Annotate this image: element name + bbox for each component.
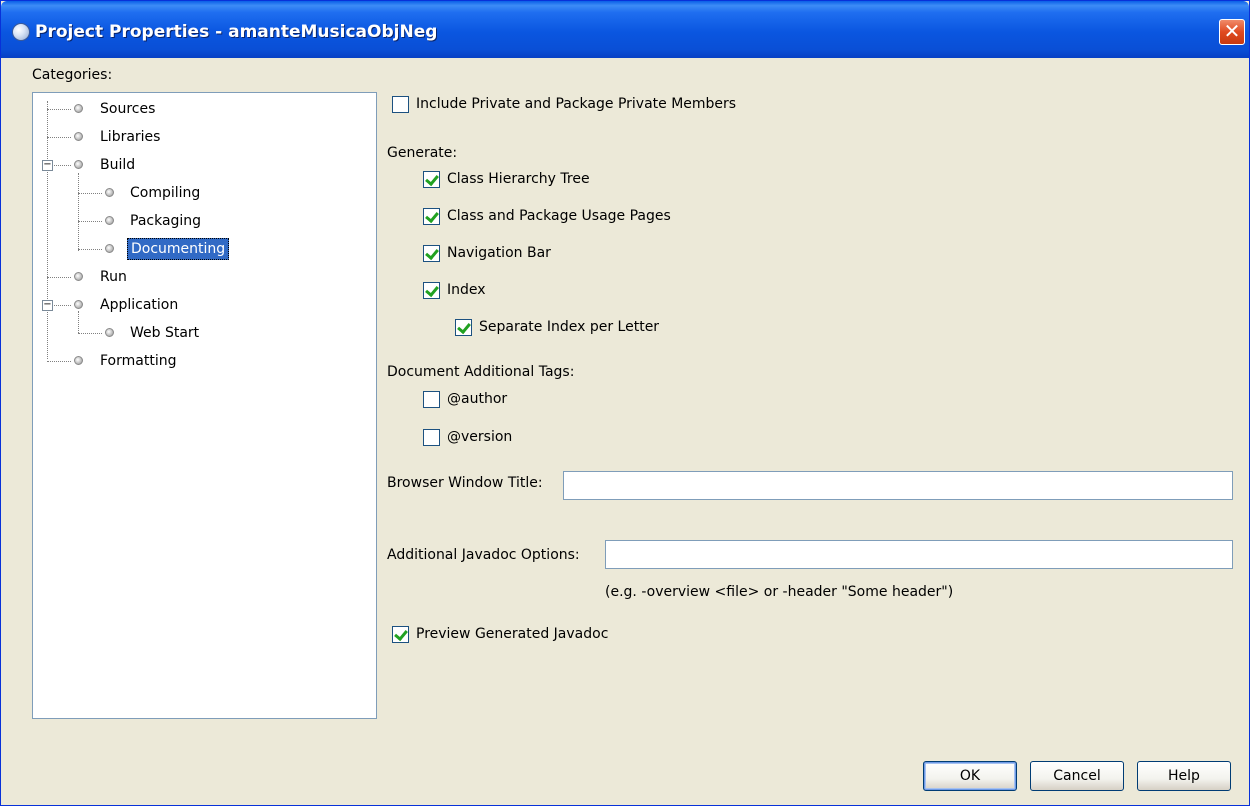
- tree-item-application[interactable]: − Application: [33, 294, 333, 316]
- separate-index-checkbox[interactable]: [455, 319, 472, 336]
- tree-item-build[interactable]: − Build: [33, 154, 333, 176]
- class-hierarchy-checkbox[interactable]: [423, 171, 440, 188]
- tree-item-run[interactable]: Run: [33, 266, 333, 288]
- categories-label: Categories:: [32, 67, 113, 83]
- author-label: @author: [447, 391, 508, 407]
- node-bullet-icon: [105, 188, 114, 197]
- tree-item-web-start[interactable]: Web Start: [33, 322, 333, 344]
- separate-index-label: Separate Index per Letter: [479, 319, 660, 335]
- version-label: @version: [447, 429, 513, 445]
- node-bullet-icon: [105, 328, 114, 337]
- tree-item-label: Sources: [100, 101, 156, 117]
- javadoc-options-label: Additional Javadoc Options:: [387, 547, 580, 563]
- include-private-label: Include Private and Package Private Memb…: [416, 96, 737, 112]
- node-bullet-icon: [105, 216, 114, 225]
- window-title: Project Properties - amanteMusicaObjNeg: [35, 22, 438, 42]
- node-bullet-icon: [74, 104, 83, 113]
- author-checkbox[interactable]: [423, 391, 440, 408]
- browser-title-label: Browser Window Title:: [387, 475, 543, 491]
- tree-item-formatting[interactable]: Formatting: [33, 350, 333, 372]
- close-button[interactable]: ✕: [1219, 19, 1245, 45]
- tree-item-label: Application: [100, 297, 179, 313]
- collapse-toggle-icon[interactable]: −: [42, 160, 53, 171]
- node-bullet-icon: [105, 244, 114, 253]
- preview-javadoc-label: Preview Generated Javadoc: [416, 626, 609, 642]
- tree-item-packaging[interactable]: Packaging: [33, 210, 333, 232]
- index-label: Index: [447, 282, 486, 298]
- title-bar[interactable]: Project Properties - amanteMusicaObjNeg …: [1, 1, 1249, 58]
- index-checkbox[interactable]: [423, 282, 440, 299]
- tree-item-label: Packaging: [130, 213, 202, 229]
- tree-item-libraries[interactable]: Libraries: [33, 126, 333, 148]
- navigation-bar-label: Navigation Bar: [447, 245, 551, 261]
- navigation-bar-checkbox[interactable]: [423, 245, 440, 262]
- node-bullet-icon: [74, 160, 83, 169]
- node-bullet-icon: [74, 132, 83, 141]
- tree-item-label: Documenting: [127, 238, 230, 260]
- usage-pages-label: Class and Package Usage Pages: [447, 208, 671, 224]
- tree-item-sources[interactable]: Sources: [33, 98, 333, 120]
- tree-item-label: Formatting: [100, 353, 177, 369]
- browser-title-input[interactable]: [563, 471, 1233, 500]
- version-checkbox[interactable]: [423, 429, 440, 446]
- tree-item-label: Build: [100, 157, 136, 173]
- node-bullet-icon: [74, 272, 83, 281]
- ok-button[interactable]: OK: [923, 761, 1017, 791]
- preview-javadoc-checkbox[interactable]: [392, 626, 409, 643]
- usage-pages-checkbox[interactable]: [423, 208, 440, 225]
- tree-item-compiling[interactable]: Compiling: [33, 182, 333, 204]
- tree-item-label: Compiling: [130, 185, 201, 201]
- include-private-checkbox[interactable]: [392, 96, 409, 113]
- tree-item-label: Web Start: [130, 325, 200, 341]
- tree-item-documenting[interactable]: Documenting: [33, 238, 333, 260]
- project-properties-dialog: Project Properties - amanteMusicaObjNeg …: [0, 0, 1250, 806]
- cancel-button[interactable]: Cancel: [1030, 761, 1124, 791]
- categories-tree[interactable]: Sources Libraries − Build Compiling Pack…: [32, 92, 377, 719]
- additional-tags-label: Document Additional Tags:: [387, 364, 575, 380]
- generate-label: Generate:: [387, 145, 458, 161]
- node-bullet-icon: [74, 356, 83, 365]
- tree-item-label: Run: [100, 269, 127, 285]
- tree-item-label: Libraries: [100, 129, 161, 145]
- class-hierarchy-label: Class Hierarchy Tree: [447, 171, 590, 187]
- netbeans-cube-icon: [12, 23, 30, 41]
- help-button[interactable]: Help: [1137, 761, 1231, 791]
- collapse-toggle-icon[interactable]: −: [42, 300, 53, 311]
- javadoc-options-input[interactable]: [605, 540, 1233, 569]
- node-bullet-icon: [74, 300, 83, 309]
- javadoc-options-hint: (e.g. -overview <file> or -header "Some …: [605, 584, 954, 600]
